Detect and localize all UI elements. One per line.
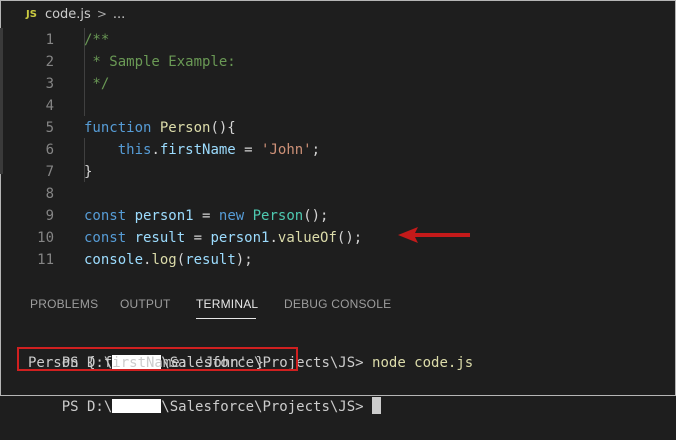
active-tab-indicator <box>196 318 256 319</box>
code-line: 4 <box>0 95 676 117</box>
output-highlight-box <box>17 347 298 371</box>
line-number: 9 <box>45 208 54 224</box>
code-line: 9 const person1 = new Person(); <box>0 205 676 227</box>
line-number: 1 <box>45 32 54 48</box>
code-text[interactable]: const person1 = new Person(); <box>84 205 328 227</box>
line-number: 11 <box>37 252 54 268</box>
line-number: 6 <box>45 142 54 158</box>
code-line: 8 <box>0 183 676 205</box>
code-text[interactable]: const result = person1.valueOf(); <box>84 227 362 249</box>
line-number: 5 <box>45 120 54 136</box>
code-text[interactable]: this.firstName = 'John'; <box>84 139 320 161</box>
code-text[interactable]: * Sample Example: <box>84 51 235 73</box>
code-text[interactable]: /** <box>84 29 109 51</box>
line-number: 3 <box>45 76 54 92</box>
terminal-line-prompt: PS D:\ \Salesforce\Projects\JS> <box>28 374 382 415</box>
panel-tabs: PROBLEMS OUTPUT TERMINAL DEBUG CONSOLE <box>0 289 676 319</box>
code-line: 1 /** <box>0 29 676 51</box>
code-text[interactable]: } <box>84 161 92 183</box>
line-number: 10 <box>37 230 54 246</box>
line-number: 7 <box>45 164 54 180</box>
code-editor[interactable]: 1/** 2 * Sample Example: 3 */4 5 function Pe… <box>0 28 676 286</box>
tab-output[interactable]: OUTPUT <box>120 297 171 311</box>
code-line: 10 const result = person1.valueOf(); <box>0 227 676 249</box>
javascript-file-icon: JS <box>26 8 37 20</box>
terminal-command: node code.js <box>372 355 474 371</box>
terminal-cursor <box>372 397 382 414</box>
code-line: 11 console.log(result); <box>0 249 676 271</box>
code-line: 2 * Sample Example: <box>0 51 676 73</box>
code-line: 3 */ <box>0 73 676 95</box>
tab-problems[interactable]: PROBLEMS <box>30 297 98 311</box>
code-line: 6 this.firstName = 'John'; <box>0 139 676 161</box>
breadcrumb-more[interactable]: ... <box>113 7 125 22</box>
redacted-username <box>112 399 162 413</box>
line-number: 4 <box>45 98 54 114</box>
line-number: 2 <box>45 54 54 70</box>
tab-terminal[interactable]: TERMINAL <box>196 297 258 311</box>
code-text[interactable]: function Person(){ <box>84 117 236 139</box>
chevron-right-icon: > <box>96 7 107 21</box>
terminal-prompt-prefix: PS D:\ <box>61 399 113 415</box>
line-number: 8 <box>45 186 54 202</box>
terminal-prompt-suffix: \Salesforce\Projects\JS> <box>161 399 364 415</box>
code-text[interactable]: console.log(result); <box>84 249 253 271</box>
breadcrumb-file[interactable]: code.js <box>45 7 91 22</box>
code-text[interactable]: */ <box>84 73 109 95</box>
breadcrumb: JS code.js > ... <box>0 0 676 28</box>
tab-debug-console[interactable]: DEBUG CONSOLE <box>284 297 391 311</box>
red-arrow-annotation <box>398 227 470 243</box>
code-line: 7} <box>0 161 676 183</box>
code-line: 5 function Person(){ <box>0 117 676 139</box>
